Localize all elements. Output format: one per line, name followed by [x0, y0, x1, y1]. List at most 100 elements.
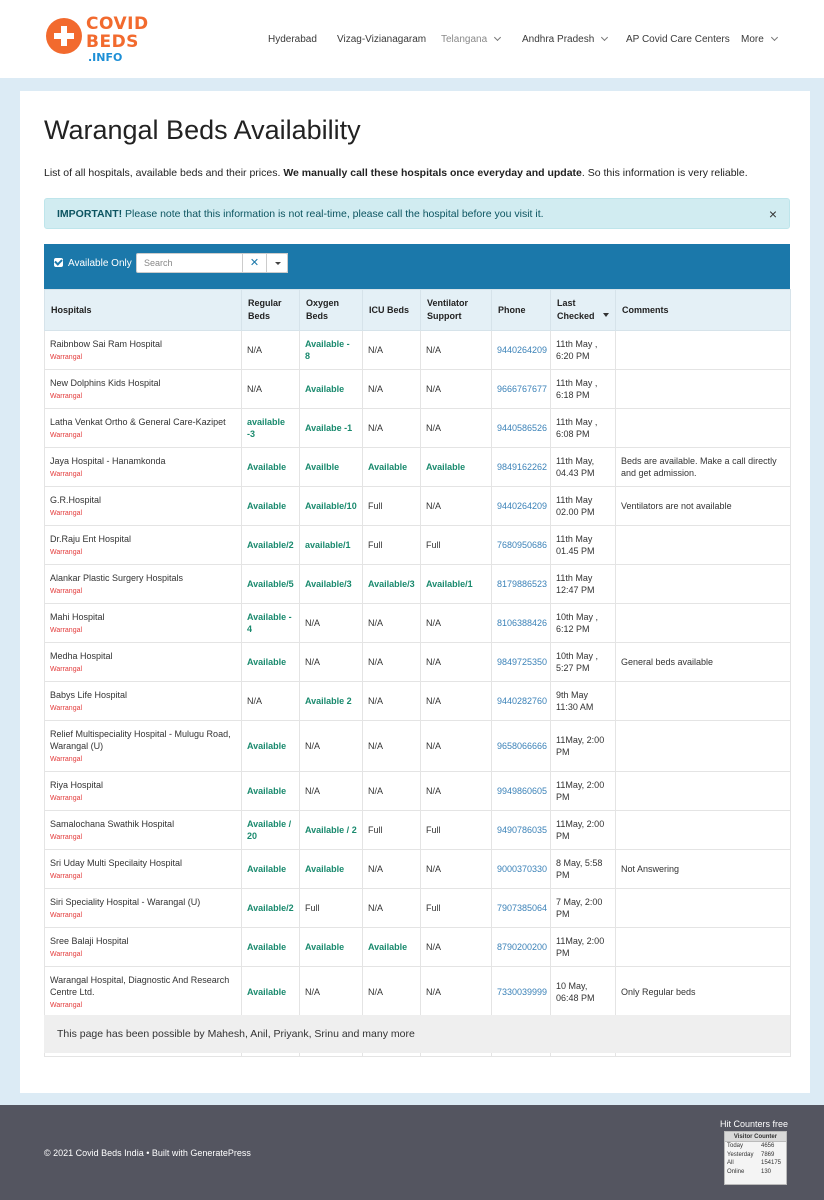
table-row[interactable]: Siri Speciality Hospital - Warangal (U) W…	[44, 888, 791, 928]
cell-phone-link[interactable]: 8790200200	[491, 927, 551, 967]
cell-phone-link[interactable]: 7680950686	[491, 525, 551, 565]
cell-phone-link[interactable]: 9666767677	[491, 369, 551, 409]
cell-ventilator: Full	[420, 810, 492, 850]
cell-phone-link[interactable]: 9440282760	[491, 681, 551, 721]
cell-phone-link[interactable]: 8106388426	[491, 603, 551, 643]
column-header-oxygen-beds[interactable]: Oxygen Beds	[299, 289, 363, 331]
column-header-icu-beds[interactable]: ICU Beds	[362, 289, 421, 331]
table-toolbar: Available Only ✕	[44, 244, 790, 289]
column-header-phone[interactable]: Phone	[491, 289, 551, 331]
table-row[interactable]: New Dolphins Kids Hospital Warrangal N/A Av…	[44, 369, 791, 409]
nav-item-ap-covid-care-centers[interactable]: AP Covid Care Centers	[626, 34, 730, 45]
nav-item-vizag-vizianagaram[interactable]: Vizag-Vizianagaram	[337, 34, 426, 45]
cell-hospital: Jaya Hospital - Hanamkonda Warrangal	[44, 447, 242, 487]
cell-icu-beds: Available/3	[362, 564, 421, 604]
cell-ventilator: Available/1	[420, 564, 492, 604]
cell-oxygen-beds: Availabe -1	[299, 408, 363, 448]
cell-phone-link[interactable]: 9658066666	[491, 720, 551, 772]
cell-oxygen-beds: Available/10	[299, 486, 363, 526]
cell-icu-beds: N/A	[362, 771, 421, 811]
site-footer: © 2021 Covid Beds India • Built with Gen…	[0, 1105, 824, 1200]
cell-hospital: Relief Multispeciality Hospital - Mulugu…	[44, 720, 242, 772]
nav-item-more[interactable]: More	[741, 33, 778, 45]
search-options-dropdown-button[interactable]	[266, 253, 288, 273]
cell-comments	[615, 927, 791, 967]
chevron-down-icon	[601, 33, 609, 42]
counter-value: 154175	[761, 1160, 782, 1166]
close-icon[interactable]: ×	[769, 206, 777, 222]
cell-hospital: Warangal Hospital, Diagnostic And Resear…	[44, 966, 242, 1018]
hit-counter-link[interactable]: Hit Counters free	[720, 1119, 788, 1129]
cell-hospital: Babys Life Hospital Warrangal	[44, 681, 242, 721]
table-row[interactable]: Dr.Raju Ent Hospital Warrangal Available/2…	[44, 525, 791, 565]
checkbox-checked-icon[interactable]	[54, 258, 63, 267]
hospital-name: G.R.Hospital	[50, 495, 102, 505]
cell-ventilator: Full	[420, 525, 492, 565]
cell-phone-link[interactable]: 8179886523	[491, 564, 551, 604]
cell-last-checked: 11May, 2:00 PM	[550, 771, 616, 811]
hospital-name: Alankar Plastic Surgery Hospitals	[50, 573, 184, 583]
visitor-counter-widget[interactable]: Visitor Counter Today 4656 Yesterday 7869 …	[724, 1131, 787, 1185]
table-row[interactable]: Mahi Hospital Warrangal Available - 4 N/A N/…	[44, 603, 791, 643]
cell-hospital: New Dolphins Kids Hospital Warrangal	[44, 369, 242, 409]
column-header-regular-beds[interactable]: Regular Beds	[241, 289, 300, 331]
hospital-location: Warrangal	[50, 795, 83, 802]
table-row[interactable]: Relief Multispeciality Hospital - Mulugu…	[44, 720, 791, 772]
nav-item-label: Andhra Pradesh	[522, 34, 595, 45]
cell-regular-beds: available -3	[241, 408, 300, 448]
table-row[interactable]: Samalochana Swathik Hospital Warrangal Ava…	[44, 810, 791, 850]
table-row[interactable]: Raibnbow Sai Ram Hospital Warrangal N/A Ava…	[44, 330, 791, 370]
table-row[interactable]: Warangal Hospital, Diagnostic And Resear…	[44, 966, 791, 1018]
table-row[interactable]: Babys Life Hospital Warrangal N/A Available…	[44, 681, 791, 721]
counter-value: 130	[761, 1168, 772, 1175]
nav-item-hyderabad[interactable]: Hyderabad	[268, 34, 317, 45]
cell-phone-link[interactable]: 9440264209	[491, 486, 551, 526]
table-row[interactable]: G.R.Hospital Warrangal Available Available/…	[44, 486, 791, 526]
cell-phone-link[interactable]: 9849162262	[491, 447, 551, 487]
column-header-hospitals[interactable]: Hospitals	[44, 289, 242, 331]
cell-icu-beds: N/A	[362, 720, 421, 772]
cell-phone-link[interactable]: 7907385064	[491, 888, 551, 928]
cell-phone-link[interactable]: 9000370330	[491, 849, 551, 889]
column-header-comments[interactable]: Comments	[615, 289, 791, 331]
cell-hospital: Mahi Hospital Warrangal	[44, 603, 242, 643]
cell-oxygen-beds: Available - 8	[299, 330, 363, 370]
table-row[interactable]: Alankar Plastic Surgery Hospitals Warrang…	[44, 564, 791, 604]
available-only-toggle[interactable]: Available Only	[54, 258, 132, 269]
cell-comments	[615, 681, 791, 721]
table-row[interactable]: Riya Hospital Warrangal Available N/A N/A N/A…	[44, 771, 791, 811]
hospital-location: Warrangal	[50, 627, 83, 634]
nav-item-andhra-pradesh[interactable]: Andhra Pradesh	[522, 33, 609, 45]
cell-phone-link[interactable]: 7330039999	[491, 966, 551, 1018]
column-header-last-checked[interactable]: Last Checked	[550, 289, 616, 331]
cell-phone-link[interactable]: 9949860605	[491, 771, 551, 811]
cell-last-checked: 11th May , 6:08 PM	[550, 408, 616, 448]
clear-search-button[interactable]: ✕	[242, 253, 267, 273]
cell-comments: Beds are available. Make a call directly…	[615, 447, 791, 487]
hospital-location: Warrangal	[50, 432, 83, 439]
hospital-location: Warrangal	[50, 873, 83, 880]
cell-phone-link[interactable]: 9490786035	[491, 810, 551, 850]
cell-ventilator: N/A	[420, 771, 492, 811]
table-row[interactable]: Jaya Hospital - Hanamkonda Warrangal Avail…	[44, 447, 791, 487]
hospital-location: Warrangal	[50, 354, 83, 361]
nav-item-telangana[interactable]: Telangana	[441, 33, 502, 45]
cell-phone-link[interactable]: 9440586526	[491, 408, 551, 448]
cell-hospital: Dr.Raju Ent Hospital Warrangal	[44, 525, 242, 565]
table-row[interactable]: Medha Hospital Warrangal Available N/A N/A N/…	[44, 642, 791, 682]
visitor-counter-title: Visitor Counter	[725, 1132, 786, 1142]
cell-phone-link[interactable]: 9849725350	[491, 642, 551, 682]
chevron-down-icon	[494, 33, 502, 42]
table-row[interactable]: Sri Uday Multi Specilaity Hospital Warran…	[44, 849, 791, 889]
cell-regular-beds: Available - 4	[241, 603, 300, 643]
cell-phone-link[interactable]: 9440264209	[491, 330, 551, 370]
hospital-location: Warrangal	[50, 951, 83, 958]
column-header-ventilator-support[interactable]: Ventilator Support	[420, 289, 492, 331]
cell-hospital: G.R.Hospital Warrangal	[44, 486, 242, 526]
cell-ventilator: N/A	[420, 486, 492, 526]
table-row[interactable]: Sree Balaji Hospital Warrangal Available Av…	[44, 927, 791, 967]
cell-icu-beds: Full	[362, 810, 421, 850]
page-title: Warangal Beds Availability	[44, 115, 361, 145]
sort-desc-icon	[603, 313, 609, 317]
table-row[interactable]: Latha Venkat Ortho & General Care-Kazipe…	[44, 408, 791, 448]
